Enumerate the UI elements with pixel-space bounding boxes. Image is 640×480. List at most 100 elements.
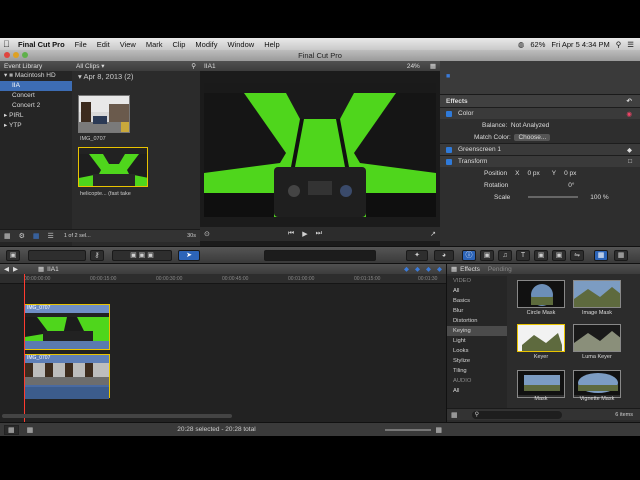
effects-options-icon[interactable]: ▦ <box>451 411 458 419</box>
category-tiling[interactable]: Tiling <box>447 366 507 376</box>
import-icon[interactable]: ▣ <box>6 250 20 261</box>
search-icon[interactable]: ⚲ <box>616 40 622 49</box>
menubar-clock[interactable]: Fri Apr 5 4:34 PM <box>551 40 609 49</box>
themes-icon[interactable]: ▣ <box>552 250 566 261</box>
gear-icon[interactable]: ⚙ <box>19 232 25 240</box>
category-audio-all[interactable]: All <box>447 386 507 396</box>
forward-arrow-icon[interactable]: ▶ <box>13 265 18 273</box>
music-icon[interactable]: ♫ <box>498 250 512 261</box>
effect-thumb-luma-keyer[interactable] <box>573 324 621 352</box>
menu-help[interactable]: Help <box>259 40 284 49</box>
section-color[interactable]: Color ◉ <box>440 107 640 119</box>
clip-thumbnail-greenscreen[interactable] <box>78 147 148 187</box>
menu-file[interactable]: File <box>70 40 92 49</box>
library-item-concert-2[interactable]: Concert 2 <box>0 101 72 111</box>
timeline-index-button[interactable]: ▦ <box>4 424 19 435</box>
library-item-pirl[interactable]: ▸ PIRL <box>0 111 72 121</box>
menu-app[interactable]: Final Cut Pro <box>13 40 70 49</box>
clip-skimming-icon[interactable]: ◆ <box>404 265 409 273</box>
category-stylize[interactable]: Stylize <box>447 356 507 366</box>
retime-button[interactable]: ◕ <box>434 250 454 261</box>
close-button[interactable] <box>4 52 10 58</box>
play-icon[interactable]: ▶ <box>302 230 307 238</box>
reset-icon[interactable]: ↶ <box>627 97 632 105</box>
playhead[interactable] <box>24 274 25 284</box>
select-tool-button[interactable]: ➤ <box>178 250 200 261</box>
enhance-button[interactable]: ✦ <box>406 250 428 261</box>
inspector-toggle[interactable]: ⓘ <box>462 250 476 261</box>
category-keying[interactable]: Keying <box>447 326 507 336</box>
menu-mark[interactable]: Mark <box>141 40 168 49</box>
generators-icon[interactable]: ▣ <box>534 250 548 261</box>
color-board-icon[interactable]: ◉ <box>626 110 632 118</box>
clip-filter[interactable]: All Clips ▾ ⚲ <box>72 61 200 71</box>
rotation-field[interactable]: 0° <box>568 182 574 189</box>
clip-thumbnail[interactable] <box>78 95 130 133</box>
list-view-icon[interactable]: ☰ <box>48 232 54 240</box>
menu-clip[interactable]: Clip <box>168 40 191 49</box>
section-greenscreen[interactable]: Greenscreen 1 ◆ <box>440 143 640 155</box>
position-y-field[interactable]: 0 px <box>564 170 576 177</box>
menu-view[interactable]: View <box>115 40 141 49</box>
transform-icon[interactable]: □ <box>628 158 632 165</box>
enable-checkbox[interactable] <box>446 158 452 165</box>
skip-back-icon[interactable]: ⏮ <box>288 230 294 238</box>
battery-status[interactable]: 62% <box>530 40 545 49</box>
wifi-icon[interactable]: ◍ <box>518 40 525 49</box>
category-blur[interactable]: Blur <box>447 306 507 316</box>
library-item-iia[interactable]: IIA <box>0 81 72 91</box>
effect-thumb-vignette-mask[interactable] <box>573 370 621 398</box>
effect-thumb-mask[interactable] <box>517 370 565 398</box>
timeline-scrollbar[interactable] <box>2 414 232 418</box>
library-item-concert[interactable]: Concert <box>0 91 72 101</box>
keyframe-icon[interactable]: ◆ <box>627 146 632 154</box>
viewer-image[interactable] <box>204 83 436 217</box>
category-distortion[interactable]: Distortion <box>447 316 507 326</box>
search-icon[interactable]: ⚲ <box>191 62 196 70</box>
timeline-clip-primary[interactable]: IMG_0707 <box>24 354 110 399</box>
crop-icon[interactable]: ⊙ <box>204 230 210 238</box>
timeline-clip-connected[interactable]: IMG_0707 <box>24 304 110 350</box>
enable-checkbox[interactable] <box>446 146 452 153</box>
inspector-tab-icon[interactable]: ■ <box>446 73 450 80</box>
scale-field[interactable]: 100 % <box>590 194 608 201</box>
transitions-icon[interactable]: ⇋ <box>570 250 584 261</box>
effect-thumb-keyer[interactable] <box>517 324 565 352</box>
fullscreen-icon[interactable]: ↗ <box>430 230 436 238</box>
list-icon[interactable]: ☰ <box>627 40 634 49</box>
filmstrip-view-icon[interactable]: ▦ <box>33 232 40 240</box>
section-transform[interactable]: Transform □ <box>440 155 640 167</box>
snapping-icon[interactable]: ◆ <box>437 265 442 273</box>
undo-redo-group[interactable] <box>28 250 86 261</box>
effect-thumb-circle-mask[interactable] <box>517 280 565 308</box>
tab-pending[interactable]: Pending <box>488 266 512 273</box>
viewer-zoom[interactable]: 24% <box>407 63 420 70</box>
clip-appearance-toggle[interactable]: ▦ <box>435 426 442 434</box>
menu-window[interactable]: Window <box>223 40 260 49</box>
library-item-ytp[interactable]: ▸ YTP <box>0 121 72 131</box>
match-color-choose-button[interactable]: Choose... <box>514 133 551 141</box>
apple-icon[interactable]:  <box>3 39 13 49</box>
scale-slider[interactable] <box>528 196 579 198</box>
effects-browser-toggle[interactable]: ▦ <box>594 250 608 261</box>
show-library-icon[interactable]: ▦ <box>4 232 11 240</box>
solo-icon[interactable]: ◆ <box>426 265 431 273</box>
back-arrow-icon[interactable]: ◀ <box>4 265 9 273</box>
skip-forward-icon[interactable]: ⏭ <box>316 230 322 238</box>
zoom-slider[interactable] <box>385 428 432 431</box>
transform-tool-icon[interactable]: ▦ <box>614 250 628 261</box>
category-basics[interactable]: Basics <box>447 296 507 306</box>
photos-icon[interactable]: ▣ <box>480 250 494 261</box>
titles-icon[interactable]: T <box>516 250 530 261</box>
date-group-header[interactable]: ▾ Apr 8, 2013 (2) <box>72 71 200 83</box>
tab-effects[interactable]: Effects <box>460 266 480 273</box>
clip-duration[interactable]: 30s <box>187 233 196 239</box>
library-drive[interactable]: ▾ ■ Macintosh HD <box>0 71 72 81</box>
minimize-button[interactable] <box>13 52 19 58</box>
category-looks[interactable]: Looks <box>447 346 507 356</box>
edit-buttons[interactable]: ▣ ▣ ▣ <box>112 250 172 261</box>
timeline-ruler[interactable]: 00:00:00:00 00:00:15:00 00:00:30:00 00:0… <box>0 274 446 284</box>
position-x-field[interactable]: 0 px <box>527 170 539 177</box>
menu-edit[interactable]: Edit <box>92 40 115 49</box>
effect-thumb-image-mask[interactable] <box>573 280 621 308</box>
